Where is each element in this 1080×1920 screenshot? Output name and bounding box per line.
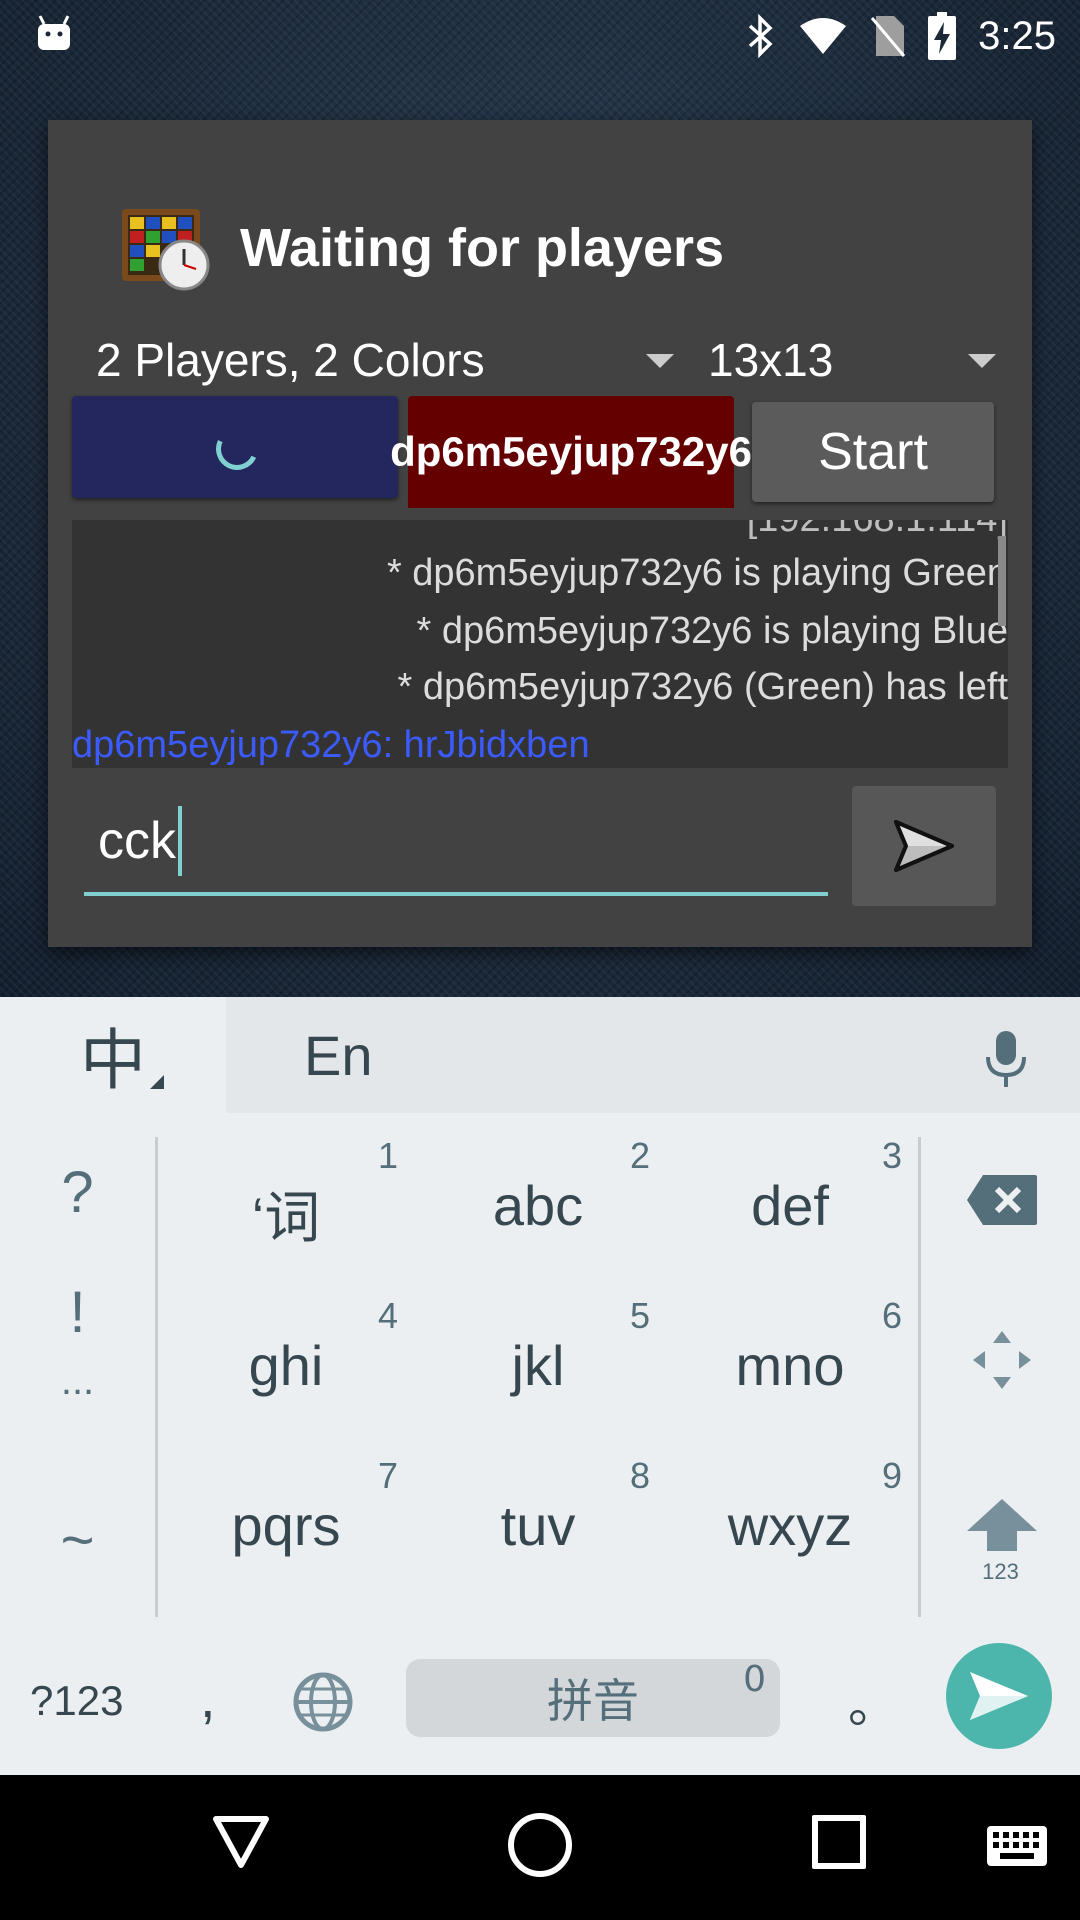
key-2[interactable]: abc 2	[412, 1127, 664, 1287]
send-icon	[970, 1672, 1028, 1720]
key-number: 5	[629, 1295, 650, 1336]
app-icon	[122, 209, 210, 291]
key-5[interactable]: jkl 5	[412, 1287, 664, 1447]
key-1[interactable]: ‘词 1	[160, 1127, 412, 1287]
players-dropdown[interactable]: 2 Players, 2 Colors	[96, 310, 674, 410]
symbols-key[interactable]: ?123	[30, 1677, 123, 1725]
space-key-number: 0	[743, 1659, 766, 1700]
dialog-header: Waiting for players	[120, 198, 724, 298]
wifi-icon	[800, 18, 847, 54]
space-key[interactable]: 拼音 0	[406, 1659, 780, 1737]
punctuation-column: ? ! ... ~	[0, 1137, 158, 1617]
key-8[interactable]: tuv 8	[412, 1447, 664, 1607]
key-label: ghi	[248, 1334, 324, 1397]
message-input-wrap: cck	[84, 786, 828, 906]
keyboard-icon[interactable]	[986, 1825, 1048, 1867]
shift-sublabel: 123	[982, 1559, 1019, 1584]
players-dropdown-label: 2 Players, 2 Colors	[96, 334, 485, 386]
key-number: 7	[377, 1455, 398, 1496]
key-3[interactable]: def 3	[664, 1127, 916, 1287]
keyboard-top-bar: 中 En	[0, 997, 1080, 1113]
key-label: ‘词	[251, 1186, 321, 1249]
corner-triangle-icon	[150, 1075, 164, 1089]
input-underline	[84, 892, 828, 896]
key-6[interactable]: mno 6	[664, 1287, 916, 1447]
key-number: 8	[629, 1455, 650, 1496]
chevron-down-icon	[968, 354, 996, 368]
exclamation-key[interactable]: !	[0, 1279, 155, 1346]
bluetooth-icon	[748, 14, 773, 58]
candidate-en[interactable]: En	[304, 1023, 373, 1088]
chat-line: * dp6m5eyjup732y6 is playing Green	[386, 552, 1008, 594]
back-icon[interactable]	[212, 1815, 270, 1869]
language-label: 中	[80, 1022, 146, 1099]
chat-line: * dp6m5eyjup732y6 is playing Blue	[416, 610, 1008, 652]
comma-key[interactable]: ,	[200, 1665, 216, 1730]
backspace-icon[interactable]	[965, 1173, 1039, 1227]
question-mark-key[interactable]: ?	[0, 1159, 155, 1226]
language-switch-key[interactable]: 中	[0, 997, 226, 1113]
board-size-dropdown-label: 13x13	[708, 334, 834, 386]
send-icon	[894, 820, 954, 872]
chat-scrollbar[interactable]	[998, 536, 1006, 626]
function-column: 123	[918, 1137, 1080, 1617]
key-label: tuv	[500, 1494, 576, 1557]
start-button-label: Start	[818, 423, 928, 481]
key-number: 6	[881, 1295, 902, 1336]
key-label: def	[751, 1174, 829, 1237]
tilde-key[interactable]: ~	[0, 1507, 155, 1574]
key-number: 3	[881, 1135, 902, 1176]
key-label: pqrs	[231, 1494, 341, 1557]
chat-line: * dp6m5eyjup732y6 (Green) has left	[397, 666, 1008, 708]
message-input-value: cck	[98, 812, 176, 870]
keyboard: 中 En ? ! ... ~ ‘词 1 abc 2 def 3 ghi 4 jk…	[0, 997, 1080, 1775]
chat-message: dp6m5eyjup732y6: hrJbidxben	[72, 724, 590, 766]
waiting-dialog: Waiting for players 2 Players, 2 Colors …	[48, 120, 1032, 947]
chat-line: [192.168.1.114]	[747, 520, 1008, 541]
chat-log[interactable]: [192.168.1.114] * dp6m5eyjup732y6 is pla…	[72, 520, 1008, 768]
candidate-bar: En	[226, 997, 1080, 1113]
board-size-dropdown[interactable]: 13x13	[708, 310, 1008, 410]
navigation-bar	[0, 1775, 1080, 1920]
loading-spinner-icon	[210, 422, 264, 476]
key-number: 4	[377, 1295, 398, 1336]
space-key-label: 拼音	[547, 1674, 639, 1728]
start-button[interactable]: Start	[752, 402, 994, 502]
key-label: abc	[492, 1174, 584, 1237]
key-4[interactable]: ghi 4	[160, 1287, 412, 1447]
chevron-down-icon	[646, 354, 674, 368]
no-sim-icon	[870, 16, 906, 57]
key-7[interactable]: pqrs 7	[160, 1447, 412, 1607]
key-9[interactable]: wxyz 9	[664, 1447, 916, 1607]
text-caret	[178, 806, 182, 876]
android-icon	[38, 15, 70, 50]
enter-send-button[interactable]	[946, 1643, 1052, 1749]
dialog-title: Waiting for players	[240, 218, 725, 278]
home-icon[interactable]	[508, 1813, 572, 1877]
key-label: jkl	[511, 1334, 565, 1397]
player-1-button[interactable]	[72, 396, 398, 498]
key-number: 9	[881, 1455, 902, 1496]
key-label: mno	[735, 1334, 845, 1397]
message-input[interactable]: cck	[84, 786, 828, 896]
globe-icon[interactable]	[292, 1671, 354, 1733]
player-2-name: dp6m5eyjup732y6	[390, 428, 752, 475]
player-buttons-row: dp6m5eyjup732y6 Start	[72, 396, 1012, 508]
clock: 3:25	[978, 13, 1056, 58]
ellipsis-key[interactable]: ...	[0, 1359, 155, 1404]
key-number: 1	[377, 1135, 398, 1176]
key-label: wxyz	[727, 1494, 853, 1557]
period-key[interactable]: 。	[848, 1665, 898, 1737]
send-button[interactable]	[852, 786, 996, 906]
keyboard-bottom-row: ?123 , 拼音 0 。	[0, 1625, 1080, 1775]
microphone-icon[interactable]	[984, 1029, 1028, 1089]
shift-icon[interactable]	[965, 1497, 1039, 1553]
battery-charging-icon	[928, 12, 957, 60]
status-bar: 3:25	[0, 0, 1080, 72]
recents-icon[interactable]	[812, 1815, 866, 1869]
player-2-button[interactable]: dp6m5eyjup732y6	[390, 396, 752, 508]
key-number: 2	[629, 1135, 650, 1176]
cursor-move-icon[interactable]	[971, 1329, 1033, 1391]
